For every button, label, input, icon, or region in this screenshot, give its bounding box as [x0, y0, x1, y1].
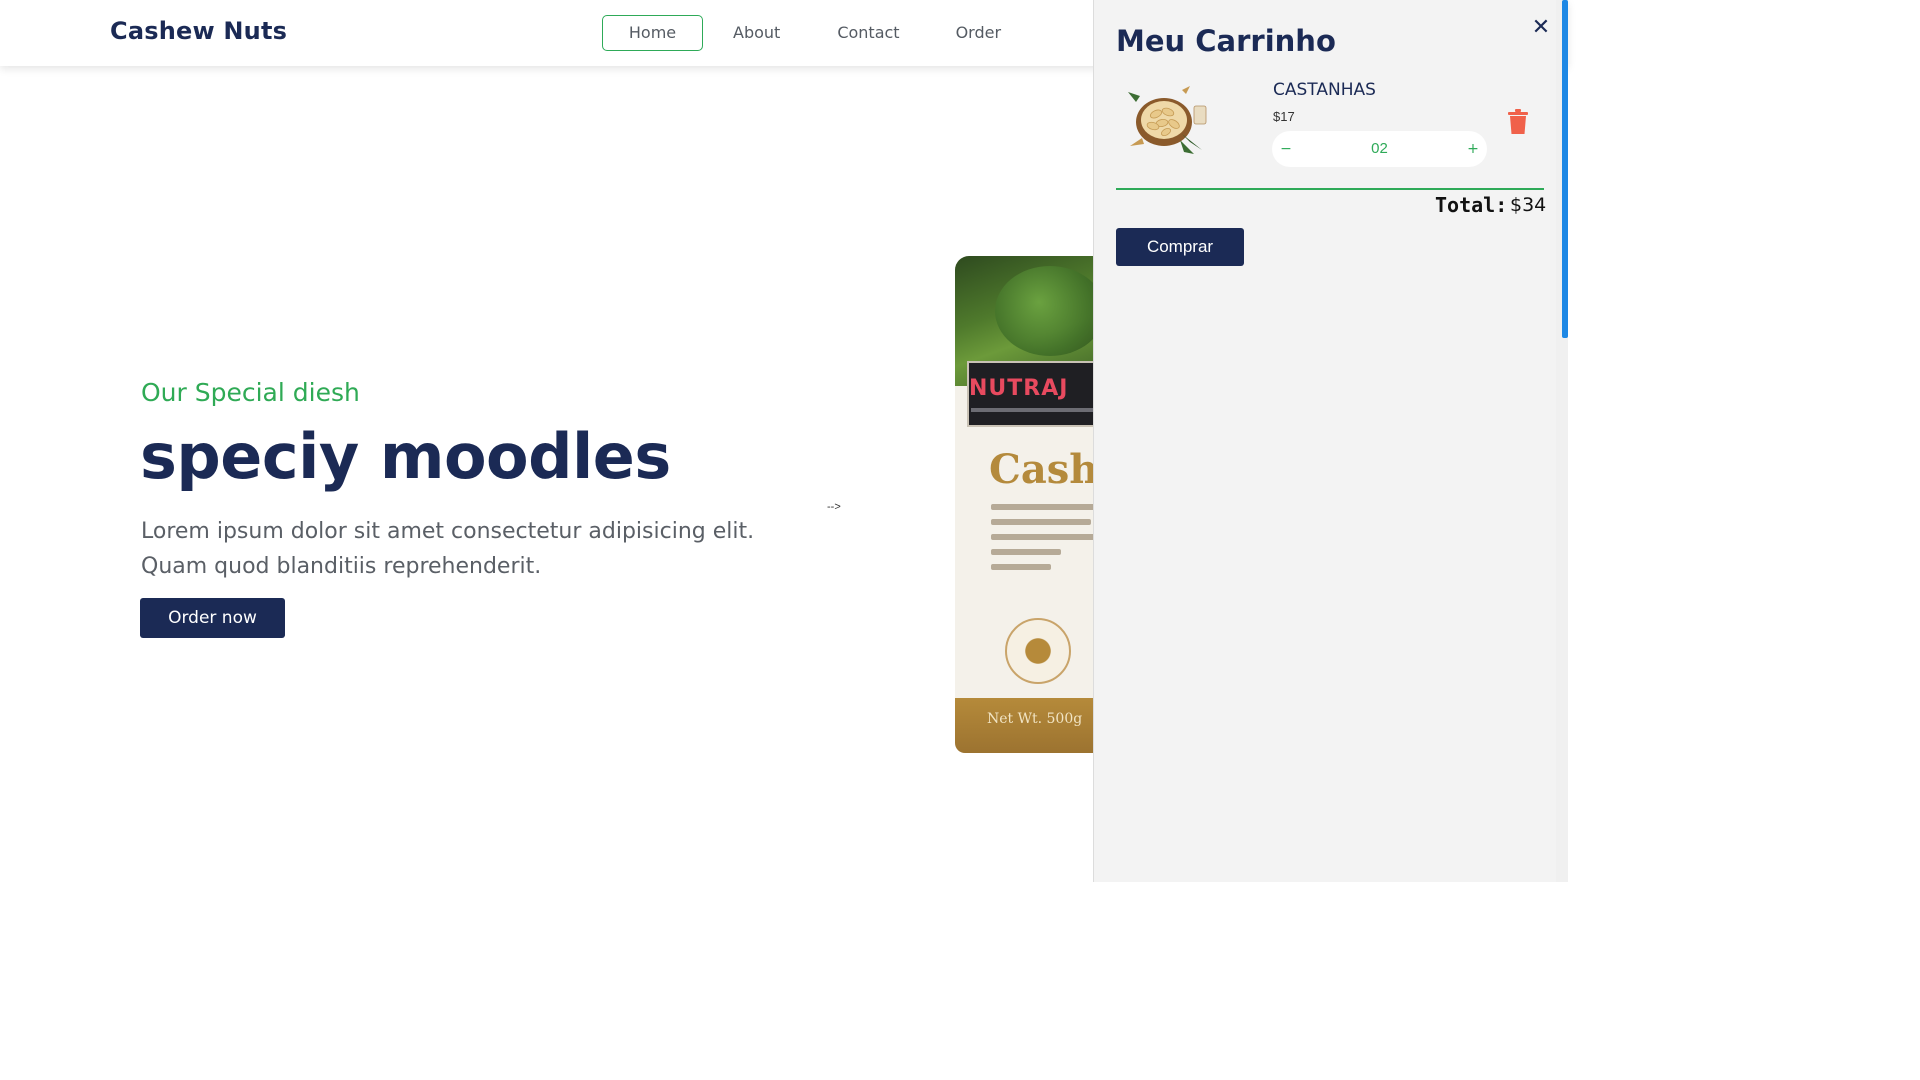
quantity-stepper: − 02 +: [1272, 131, 1487, 167]
package-line: [991, 504, 1101, 510]
hero-text-line-1: Lorem ipsum dolor sit amet consectetur a…: [141, 519, 755, 544]
order-now-button[interactable]: Order now: [140, 598, 285, 638]
quantity-value[interactable]: 02: [1322, 131, 1437, 167]
main-nav: Home About Contact Order: [602, 15, 1028, 51]
package-product-name: Cashe: [989, 446, 1105, 493]
scrollbar-thumb[interactable]: [1562, 0, 1568, 338]
stray-comment-text: -->: [827, 501, 841, 513]
total-value: $34: [1510, 194, 1547, 216]
nav-contact[interactable]: Contact: [808, 15, 928, 51]
package-line: [991, 534, 1096, 540]
nav-home[interactable]: Home: [602, 15, 703, 51]
package-seal-icon: [1005, 618, 1071, 684]
trash-icon[interactable]: [1507, 109, 1529, 135]
package-line: [991, 549, 1061, 555]
package-weight-text: Net Wt. 500g: [987, 711, 1083, 727]
decrease-quantity-button[interactable]: −: [1272, 131, 1300, 167]
cart-title: Meu Carrinho: [1116, 24, 1336, 58]
cart-item-price: $17: [1273, 109, 1295, 124]
package-line: [991, 564, 1051, 570]
hero-description: Lorem ipsum dolor sit amet consectetur a…: [141, 514, 801, 584]
package-line: [991, 519, 1091, 525]
hero-text-line-2: Quam quod blanditiis reprehenderit.: [141, 554, 542, 579]
package-brand-text: NUTRAJ: [969, 376, 1069, 401]
tree-canopy: [995, 266, 1105, 356]
nav-about[interactable]: About: [706, 15, 808, 51]
increase-quantity-button[interactable]: +: [1459, 131, 1487, 167]
total-label: Total:: [1435, 193, 1508, 217]
cart-panel: Meu Carrinho ✕ CASTANHAS $17 − 02 + Tota…: [1093, 0, 1556, 882]
comprar-button[interactable]: Comprar: [1116, 228, 1244, 266]
cart-divider: [1116, 188, 1544, 190]
hero-subtitle: Our Special diesh: [141, 378, 360, 407]
brand-logo-text[interactable]: Cashew Nuts: [110, 17, 287, 45]
package-tagline-bar: [971, 408, 1101, 412]
product-package-image: NUTRAJ Cashe Net Wt. 500g: [955, 256, 1105, 753]
hero-title: speciy moodles: [140, 420, 671, 493]
nav-order[interactable]: Order: [929, 15, 1028, 51]
cart-item-name: CASTANHAS: [1273, 80, 1376, 100]
package-description-lines: [991, 504, 1101, 579]
cashew-bowl-image: [1128, 86, 1207, 154]
close-icon[interactable]: ✕: [1530, 17, 1552, 39]
